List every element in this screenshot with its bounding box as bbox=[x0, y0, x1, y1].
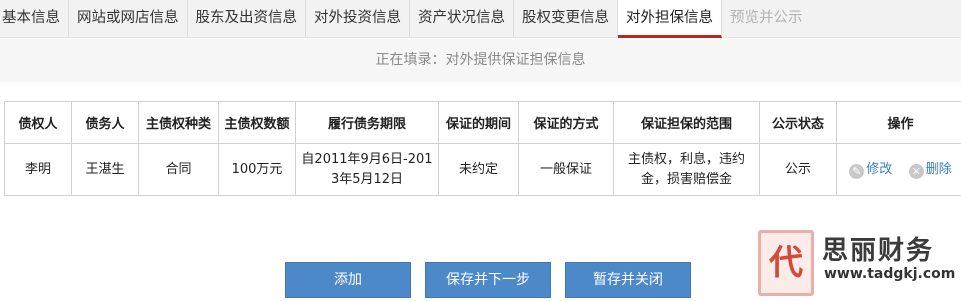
cell-guarantee-scope: 主债权，利息，违约金，损害赔偿金 bbox=[613, 143, 760, 196]
delete-link[interactable]: ✕ 删除 bbox=[908, 161, 952, 179]
add-button[interactable]: 添加 bbox=[285, 262, 411, 298]
watermark-logo-icon: 代 bbox=[758, 230, 814, 296]
header-term: 履行债务期限 bbox=[295, 101, 439, 144]
delete-label: 删除 bbox=[925, 161, 952, 177]
cell-claim-type: 合同 bbox=[138, 143, 219, 196]
header-public-status: 公示状态 bbox=[759, 101, 837, 144]
tab-bar: 基本信息 网站或网店信息 股东及出资信息 对外投资信息 资产状况信息 股权变更信… bbox=[0, 0, 961, 38]
edit-link[interactable]: ✎ 修改 bbox=[849, 161, 896, 179]
watermark: 代 思丽财务 www.tadgkj.com bbox=[754, 226, 961, 301]
header-claim-amount: 主债权数额 bbox=[218, 101, 296, 144]
watermark-url: www.tadgkj.com bbox=[824, 266, 956, 282]
cell-debtor: 王湛生 bbox=[71, 143, 139, 196]
header-creditor: 债权人 bbox=[4, 101, 72, 144]
tab-website-info[interactable]: 网站或网店信息 bbox=[69, 0, 188, 38]
status-text: 正在填录：对外提供保证担保信息 bbox=[0, 39, 961, 82]
watermark-brand: 思丽财务 bbox=[822, 236, 935, 266]
tab-asset-info[interactable]: 资产状况信息 bbox=[410, 0, 514, 38]
header-guarantee-scope: 保证担保的范围 bbox=[613, 101, 760, 144]
cell-guarantee-method: 一般保证 bbox=[518, 143, 614, 196]
cell-creditor: 李明 bbox=[4, 143, 72, 196]
header-claim-type: 主债权种类 bbox=[138, 101, 219, 144]
cell-guarantee-period: 未约定 bbox=[438, 143, 519, 196]
cell-actions: ✎ 修改 ✕ 删除 bbox=[836, 143, 961, 196]
edit-label: 修改 bbox=[866, 161, 893, 177]
cell-term: 自2011年9月6日-2013年5月12日 bbox=[295, 143, 439, 196]
header-guarantee-method: 保证的方式 bbox=[518, 101, 614, 144]
table-header-row: 债权人 债务人 主债权种类 主债权数额 履行债务期限 保证的期间 保证的方式 保… bbox=[4, 101, 961, 144]
tab-equity-change-info[interactable]: 股权变更信息 bbox=[514, 0, 618, 38]
cell-public-status: 公示 bbox=[759, 143, 837, 196]
close-icon: ✕ bbox=[908, 163, 924, 179]
tab-preview-publish: 预览并公示 bbox=[730, 10, 803, 26]
save-close-button[interactable]: 暂存并关闭 bbox=[565, 262, 691, 298]
tab-shareholder-info[interactable]: 股东及出资信息 bbox=[188, 0, 306, 38]
header-debtor: 债务人 bbox=[71, 101, 139, 144]
tab-investment-info[interactable]: 对外投资信息 bbox=[306, 0, 410, 38]
pencil-icon: ✎ bbox=[849, 163, 865, 179]
tab-guarantee-info[interactable]: 对外担保信息 bbox=[618, 0, 722, 38]
guarantee-table: 债权人 债务人 主债权种类 主债权数额 履行债务期限 保证的期间 保证的方式 保… bbox=[4, 101, 961, 196]
header-actions: 操作 bbox=[836, 101, 961, 144]
table-row: 李明 王湛生 合同 100万元 自2011年9月6日-2013年5月12日 未约… bbox=[4, 143, 961, 196]
tab-basic-info[interactable]: 基本信息 bbox=[0, 0, 69, 38]
save-next-button[interactable]: 保存并下一步 bbox=[425, 262, 551, 298]
header-guarantee-period: 保证的期间 bbox=[438, 101, 519, 144]
guarantee-table-container: 债权人 债务人 主债权种类 主债权数额 履行债务期限 保证的期间 保证的方式 保… bbox=[4, 101, 961, 196]
cell-claim-amount: 100万元 bbox=[218, 143, 296, 196]
